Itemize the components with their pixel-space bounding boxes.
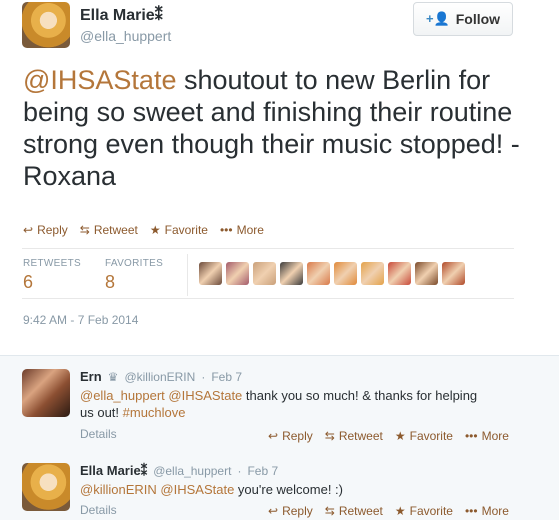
mention-link[interactable]: @IHSAState <box>23 65 176 95</box>
favorites-label: FAVORITES <box>105 258 164 269</box>
avatar-3[interactable] <box>253 262 276 285</box>
retweet-label: Retweet <box>93 223 138 237</box>
stats-top-divider <box>22 248 514 249</box>
reply-display-name[interactable]: Ella Marie⁑ <box>80 463 147 479</box>
retweet-icon: ⇆ <box>324 429 335 443</box>
retweet-icon: ⇆ <box>79 223 90 237</box>
favoriters-list <box>199 262 465 285</box>
reply-display-name[interactable]: Ern <box>80 369 102 384</box>
retweets-label: RETWEETS <box>23 258 81 269</box>
mention-link[interactable]: @ella_huppert <box>80 388 165 403</box>
follow-button[interactable]: +👤 Follow <box>413 2 513 36</box>
author-handle[interactable]: @ella_huppert <box>80 28 171 44</box>
reply-separator: · <box>237 464 242 478</box>
reply-date[interactable]: Feb 7 <box>211 370 242 384</box>
reply-label: Reply <box>37 223 68 237</box>
retweet-icon: ⇆ <box>324 504 335 518</box>
avatar-2[interactable] <box>226 262 249 285</box>
star-icon: ★ <box>149 223 161 237</box>
star-icon: ★ <box>394 429 406 443</box>
author-display-name[interactable]: Ella Marie⁑ <box>80 5 163 25</box>
more-label: More <box>481 504 509 518</box>
reply-button[interactable]: ↩ Reply <box>268 429 313 443</box>
verified-crown-icon: ♛ <box>107 370 119 384</box>
reply-item: Ella Marie⁑ @ella_huppert · Feb 7 @killi… <box>0 452 559 520</box>
reply-label: Reply <box>282 504 313 518</box>
favorite-button[interactable]: ★ Favorite <box>150 223 208 237</box>
details-link[interactable]: Details <box>80 427 117 441</box>
reply-handle[interactable]: @ella_huppert <box>153 464 231 478</box>
retweet-button[interactable]: ⇆ Retweet <box>80 223 138 237</box>
reply-text: @killionERIN @IHSAState you're welcome! … <box>80 481 480 498</box>
reply-body: you're welcome! :) <box>234 482 343 497</box>
avatar-5[interactable] <box>307 262 330 285</box>
favorite-label: Favorite <box>164 223 208 237</box>
more-label: More <box>236 223 264 237</box>
retweet-label: Retweet <box>338 429 383 443</box>
avatar-1[interactable] <box>199 262 222 285</box>
mention-link[interactable]: @killionERIN <box>80 482 157 497</box>
more-icon: ••• <box>219 223 233 237</box>
avatar-10[interactable] <box>442 262 465 285</box>
reply-icon: ↩ <box>268 429 279 443</box>
reply-icon: ↩ <box>268 504 279 518</box>
more-button[interactable]: ••• More <box>220 223 264 237</box>
retweet-button[interactable]: ⇆ Retweet <box>325 504 383 518</box>
more-button[interactable]: ••• More <box>465 429 509 443</box>
reply-date[interactable]: Feb 7 <box>247 464 278 478</box>
retweet-button[interactable]: ⇆ Retweet <box>325 429 383 443</box>
details-link[interactable]: Details <box>80 503 117 517</box>
author-avatar[interactable] <box>22 2 70 48</box>
reply-button[interactable]: ↩ Reply <box>23 223 68 237</box>
add-user-icon: +👤 <box>425 11 450 26</box>
avatar-6[interactable] <box>334 262 357 285</box>
more-label: More <box>481 429 509 443</box>
mention-link[interactable]: @IHSAState <box>168 388 242 403</box>
retweets-count[interactable]: 6 <box>23 272 33 293</box>
favorites-count[interactable]: 8 <box>105 272 115 293</box>
star-icon: ★ <box>394 504 406 518</box>
tweet-text: @IHSAState shoutout to new Berlin for be… <box>23 64 523 192</box>
avatar-4[interactable] <box>280 262 303 285</box>
tweet-timestamp[interactable]: 9:42 AM - 7 Feb 2014 <box>23 313 138 327</box>
reply-header: Ella Marie⁑ @ella_huppert · Feb 7 <box>80 463 278 479</box>
reply-text: @ella_huppert @IHSAState thank you so mu… <box>80 387 480 421</box>
reply-item: Ern ♛ @killionERIN · Feb 7 @ella_huppert… <box>0 355 559 453</box>
tweet-actions: ↩ Reply ⇆ Retweet ★ Favorite ••• More <box>23 223 276 237</box>
more-icon: ••• <box>464 429 478 443</box>
avatar-7[interactable] <box>361 262 384 285</box>
favorite-label: Favorite <box>409 429 453 443</box>
mention-link[interactable]: @IHSAState <box>160 482 234 497</box>
follow-label: Follow <box>455 11 501 27</box>
favorite-button[interactable]: ★ Favorite <box>395 429 453 443</box>
reply-actions: ↩ Reply ⇆ Retweet ★ Favorite ••• More <box>268 504 509 518</box>
reply-avatar[interactable] <box>22 463 70 511</box>
reply-actions: ↩ Reply ⇆ Retweet ★ Favorite ••• More <box>268 429 509 443</box>
avatar-9[interactable] <box>415 262 438 285</box>
favorite-label: Favorite <box>409 504 453 518</box>
reply-avatar[interactable] <box>22 369 70 417</box>
hashtag-link[interactable]: #muchlove <box>123 405 186 420</box>
stats-vertical-divider <box>187 254 188 296</box>
more-icon: ••• <box>464 504 478 518</box>
reply-button[interactable]: ↩ Reply <box>268 504 313 518</box>
reply-separator: · <box>201 370 206 384</box>
reply-header: Ern ♛ @killionERIN · Feb 7 <box>80 369 242 384</box>
stats-bottom-divider <box>22 298 514 299</box>
avatar-8[interactable] <box>388 262 411 285</box>
reply-icon: ↩ <box>23 223 34 237</box>
favorite-button[interactable]: ★ Favorite <box>395 504 453 518</box>
more-button[interactable]: ••• More <box>465 504 509 518</box>
reply-label: Reply <box>282 429 313 443</box>
reply-handle[interactable]: @killionERIN <box>124 370 195 384</box>
retweet-label: Retweet <box>338 504 383 518</box>
